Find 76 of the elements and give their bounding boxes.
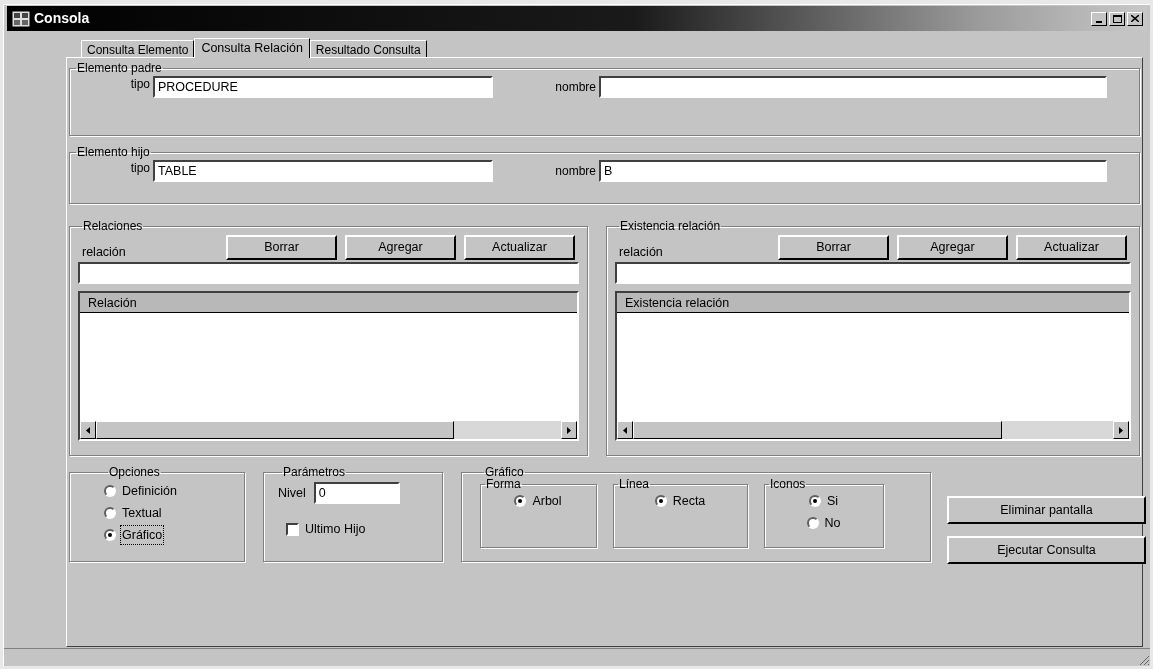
group-label: Gráfico — [484, 466, 525, 478]
left-arrow-icon — [86, 426, 90, 434]
close-icon — [1131, 15, 1139, 22]
field-label: nombre — [554, 163, 597, 180]
list-view[interactable]: Relación — [78, 291, 579, 441]
group-label: Línea — [618, 478, 651, 490]
field-label: relación — [82, 244, 126, 262]
column-header[interactable]: Existencia relación — [617, 293, 1129, 313]
scroll-thumb[interactable] — [633, 421, 1002, 439]
button[interactable]: Agregar — [345, 235, 456, 260]
group-label: Parámetros — [282, 466, 347, 478]
group-label: Elemento hijo — [76, 146, 151, 158]
button[interactable]: Agregar — [897, 235, 1008, 260]
field-label: tipo — [129, 160, 151, 177]
maximize-button[interactable] — [1109, 11, 1125, 26]
button[interactable]: Eliminar pantalla — [947, 496, 1146, 524]
button[interactable]: Ejecutar Consulta — [947, 536, 1146, 564]
horizontal-scrollbar[interactable] — [617, 421, 1129, 439]
right-arrow-icon — [1119, 426, 1123, 434]
app-icon — [11, 9, 31, 28]
radio-button[interactable] — [806, 517, 819, 529]
close-button[interactable] — [1127, 11, 1143, 26]
button[interactable]: Borrar — [226, 235, 337, 260]
button[interactable]: Borrar — [778, 235, 889, 260]
column-header[interactable]: Relación — [80, 293, 577, 313]
group-label: Elemento padre — [76, 62, 163, 74]
text-field[interactable]: PROCEDURE — [153, 76, 493, 98]
field-label: nombre — [554, 79, 597, 96]
radio-label: No — [823, 514, 842, 532]
horizontal-scrollbar[interactable] — [80, 421, 577, 439]
checkbox-label: Ultimo Hijo — [305, 521, 366, 538]
resize-grip-icon — [1138, 654, 1150, 666]
field-label: tipo — [129, 76, 151, 93]
field-label: Nivel — [278, 484, 306, 502]
window-title: Consola — [34, 9, 90, 28]
tab[interactable]: Consulta Relación — [194, 38, 310, 58]
maximize-icon — [1112, 14, 1122, 23]
right-arrow-icon — [567, 426, 571, 434]
radio-label: Textual — [121, 504, 163, 522]
radio-button[interactable] — [104, 485, 116, 497]
field-label: relación — [619, 244, 663, 262]
text-field[interactable] — [78, 262, 579, 284]
radio-label: Si — [825, 492, 840, 510]
text-field[interactable]: B — [599, 160, 1107, 182]
group-label: Opciones — [108, 466, 161, 478]
radio-button[interactable] — [654, 495, 667, 507]
group-label: Relaciones — [82, 220, 144, 232]
radio-label: Definición — [121, 482, 178, 500]
scroll-left-button[interactable] — [617, 421, 633, 439]
button[interactable]: Actualizar — [1016, 235, 1127, 260]
radio-button[interactable] — [514, 495, 527, 507]
list-view[interactable]: Existencia relación — [615, 291, 1131, 441]
scroll-left-button[interactable] — [80, 421, 96, 439]
group-label: Forma — [485, 478, 522, 490]
text-field[interactable]: TABLE — [153, 160, 493, 182]
text-field[interactable]: 0 — [313, 482, 400, 504]
checkbox[interactable] — [286, 522, 299, 536]
button[interactable]: Actualizar — [464, 235, 575, 260]
minimize-button[interactable] — [1091, 11, 1107, 26]
text-field[interactable] — [615, 262, 1131, 284]
text-field[interactable] — [599, 76, 1107, 98]
group-label: Iconos — [769, 478, 807, 490]
group-label: Existencia relación — [619, 220, 722, 232]
scroll-thumb[interactable] — [96, 421, 454, 439]
radio-button[interactable] — [808, 495, 821, 507]
radio-button[interactable] — [104, 529, 116, 541]
scroll-right-button[interactable] — [561, 421, 577, 439]
radio-button[interactable] — [104, 507, 116, 519]
minimize-icon — [1096, 20, 1102, 23]
tab[interactable]: Consulta Elemento — [81, 40, 195, 57]
scroll-right-button[interactable] — [1113, 421, 1129, 439]
radio-label: Arbol — [531, 492, 563, 510]
left-arrow-icon — [623, 426, 627, 434]
radio-label: Recta — [671, 492, 707, 510]
tab[interactable]: Resultado Consulta — [309, 40, 427, 57]
radio-label: Gráfico — [121, 525, 164, 545]
